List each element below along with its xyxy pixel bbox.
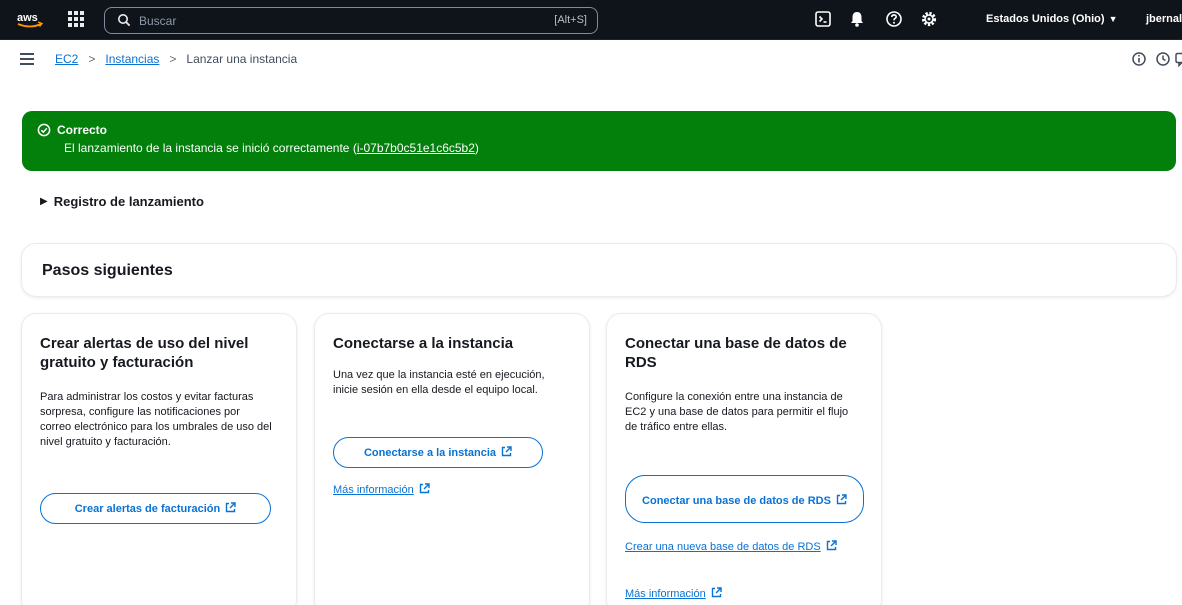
instance-id-link[interactable]: i-07b7b0c51e1c6c5b2 [357,141,475,155]
external-link-icon [711,587,722,598]
external-link-icon [501,446,512,457]
search-shortcut: [Alt+S] [554,14,587,26]
button-label: Conectarse a la instancia [363,447,497,459]
help-icon[interactable] [885,10,903,28]
connect-rds-button[interactable]: Conectar una base de datos de RDS [625,475,864,523]
breadcrumb-ec2[interactable]: EC2 [55,52,78,66]
external-link-icon [226,502,236,513]
more-info-link[interactable]: Más información [333,483,430,498]
card-title: Conectar una base de datos de RDS [625,335,847,371]
svg-text:aws: aws [17,12,38,24]
menu-hamburger-icon[interactable] [20,53,34,65]
notifications-bell-icon[interactable] [848,10,866,28]
card-connect-rds: Conectar una base de datos de RDS Config… [607,314,881,605]
caret-down-icon: ▼ [1108,14,1118,24]
clock-icon[interactable] [1155,51,1171,67]
connect-instance-button[interactable]: Conectarse a la instancia [333,437,543,468]
chevron-right-icon: > [169,52,177,66]
check-circle-icon [37,123,51,137]
launch-log-label: Registro de lanzamiento [53,194,204,209]
external-link-icon [419,483,430,494]
card-description: Configure la conexión entre una instanci… [625,391,849,433]
button-label: Conectar una base de datos de RDS [642,495,831,507]
flash-message-text: El lanzamiento de la instancia se inició… [64,141,357,155]
search-bar[interactable]: Buscar [Alt+S] [104,7,598,34]
card-description: Una vez que la instancia esté en ejecuci… [333,369,545,396]
cloudshell-icon[interactable] [814,10,832,28]
feedback-icon[interactable] [1174,51,1182,67]
flash-message: El lanzamiento de la instancia se inició… [64,141,479,155]
launch-log-expander[interactable]: ▶ Registro de lanzamiento [40,194,204,209]
settings-gear-icon[interactable] [920,10,938,28]
search-icon [118,14,131,27]
breadcrumb: EC2 > Instancias > Lanzar una instancia [55,52,297,66]
aws-logo-icon[interactable]: aws [16,10,44,30]
success-flash: Correcto El lanzamiento de la instancia … [22,111,1176,171]
flash-message-end: ) [474,141,479,155]
info-icon[interactable] [1131,51,1147,67]
link-label: Más información [625,588,706,600]
breadcrumb-instances[interactable]: Instancias [105,52,159,66]
link-label: Más información [333,484,414,496]
region-label: Estados Unidos (Ohio) [986,13,1105,25]
external-link-icon [826,540,837,551]
create-rds-database-link[interactable]: Crear una nueva base de datos de RDS [625,540,841,555]
top-navigation: aws Buscar [Alt+S] Estados Unidos (Ohio)… [0,0,1182,40]
link-label: Crear una nueva base de datos de RDS [625,541,821,553]
card-title: Crear alertas de uso del nivel gratuito … [40,335,249,371]
user-menu[interactable]: jbernal [1146,13,1182,25]
next-steps-title: Pasos siguientes [42,262,173,279]
breadcrumb-bar: EC2 > Instancias > Lanzar una instancia [0,40,1182,80]
create-billing-alerts-button[interactable]: Crear alertas de facturación [40,493,271,524]
services-grid-icon[interactable] [68,11,84,27]
chevron-right-icon: > [88,52,96,66]
card-description: Para administrar los costos y evitar fac… [40,391,272,448]
flash-title: Correcto [57,123,108,137]
more-info-link[interactable]: Más información [625,587,722,602]
external-link-icon [836,494,847,505]
card-connect-instance: Conectarse a la instancia Una vez que la… [315,314,589,605]
card-title: Conectarse a la instancia [333,335,514,352]
button-label: Crear alertas de facturación [74,503,221,515]
region-selector[interactable]: Estados Unidos (Ohio) ▼ [986,13,1117,25]
caret-right-icon: ▶ [40,196,48,207]
card-billing-alerts: Crear alertas de uso del nivel gratuito … [22,314,296,605]
search-placeholder[interactable]: Buscar [139,14,176,28]
next-steps-header: Pasos siguientes [22,244,1176,296]
breadcrumb-current: Lanzar una instancia [186,52,298,66]
